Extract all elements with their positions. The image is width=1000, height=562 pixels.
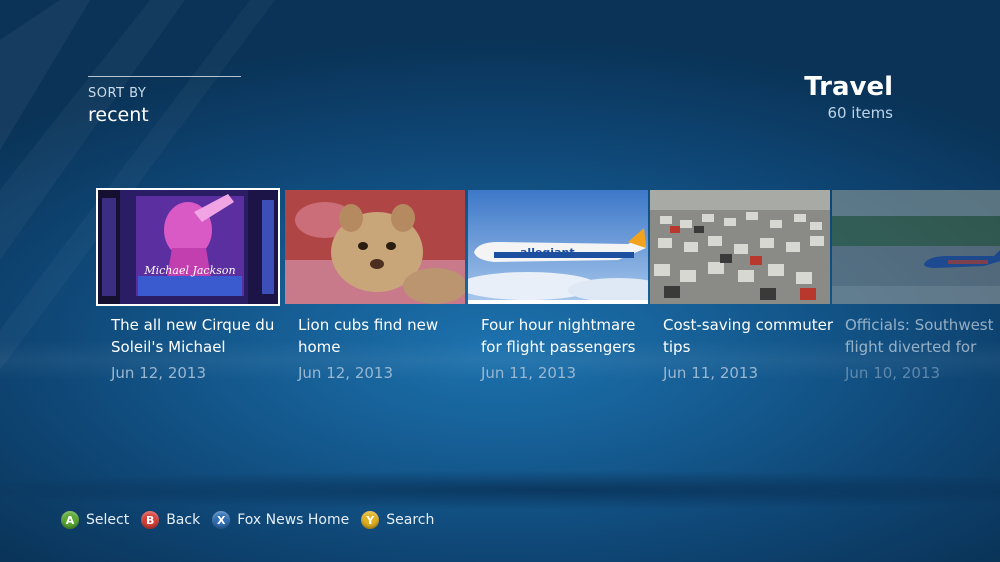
legend-back[interactable]: B Back	[141, 511, 200, 529]
video-thumbnail[interactable]: allegiant	[468, 190, 648, 304]
video-tile[interactable]: Michael Jackson The all new Cirque du So…	[96, 188, 282, 382]
video-thumbnail[interactable]	[285, 190, 465, 304]
video-thumbnail[interactable]: Michael Jackson	[96, 188, 280, 306]
tile-date: Jun 11, 2013	[481, 364, 577, 382]
tile-date: Jun 11, 2013	[663, 364, 759, 382]
legend-label: Search	[386, 512, 435, 528]
legend-select[interactable]: A Select	[61, 511, 129, 529]
video-tile[interactable]: Lion cubs find new home Jun 12, 2013	[285, 190, 469, 382]
thumbnail-signature: Michael Jackson	[143, 264, 235, 277]
legend-label: Fox News Home	[237, 512, 350, 528]
page-heading: Travel 60 items	[804, 72, 893, 122]
video-tile[interactable]: Officials: Southwest flight diverted for…	[832, 190, 1000, 382]
tile-title: Officials: Southwest flight diverted for	[845, 316, 994, 356]
sort-by-value[interactable]: recent	[88, 104, 241, 126]
tile-title: Four hour nightmare for flight passenger…	[481, 316, 636, 356]
legend-label: Select	[86, 512, 130, 528]
tile-title: Lion cubs find new home	[298, 316, 439, 356]
page-title: Travel	[804, 72, 893, 102]
a-button-icon: A	[61, 511, 79, 529]
sort-by-caption: SORT BY	[88, 86, 147, 101]
legend-label: Back	[166, 512, 201, 528]
legend-fox-news-home[interactable]: X Fox News Home	[212, 511, 349, 529]
tile-title: Cost-saving commuter tips	[663, 316, 834, 356]
tile-date: Jun 12, 2013	[111, 364, 207, 382]
sort-by-control[interactable]: SORT BY recent	[88, 76, 241, 126]
y-button-icon: Y	[361, 511, 380, 529]
thumbnail-airline-text: allegiant	[520, 246, 575, 259]
video-tile[interactable]: Cost-saving commuter tips Jun 11, 2013	[650, 190, 834, 382]
sort-divider	[88, 76, 241, 77]
x-button-icon: X	[212, 511, 231, 529]
tile-date: Jun 12, 2013	[298, 364, 394, 382]
video-thumbnail[interactable]	[832, 190, 1000, 304]
b-button-icon: B	[141, 511, 160, 529]
legend-search[interactable]: Y Search	[361, 511, 434, 529]
video-thumbnail[interactable]	[650, 190, 830, 304]
floor-shadow	[0, 470, 1000, 510]
tile-title: The all new Cirque du Soleil's Michael	[111, 316, 275, 356]
video-tile[interactable]: allegiant Four hour nightmare for flight…	[468, 190, 652, 382]
button-legend: A Select B Back X Fox News Home Y Search	[61, 511, 446, 529]
tile-date: Jun 10, 2013	[845, 364, 941, 382]
item-count: 60 items	[827, 104, 893, 122]
